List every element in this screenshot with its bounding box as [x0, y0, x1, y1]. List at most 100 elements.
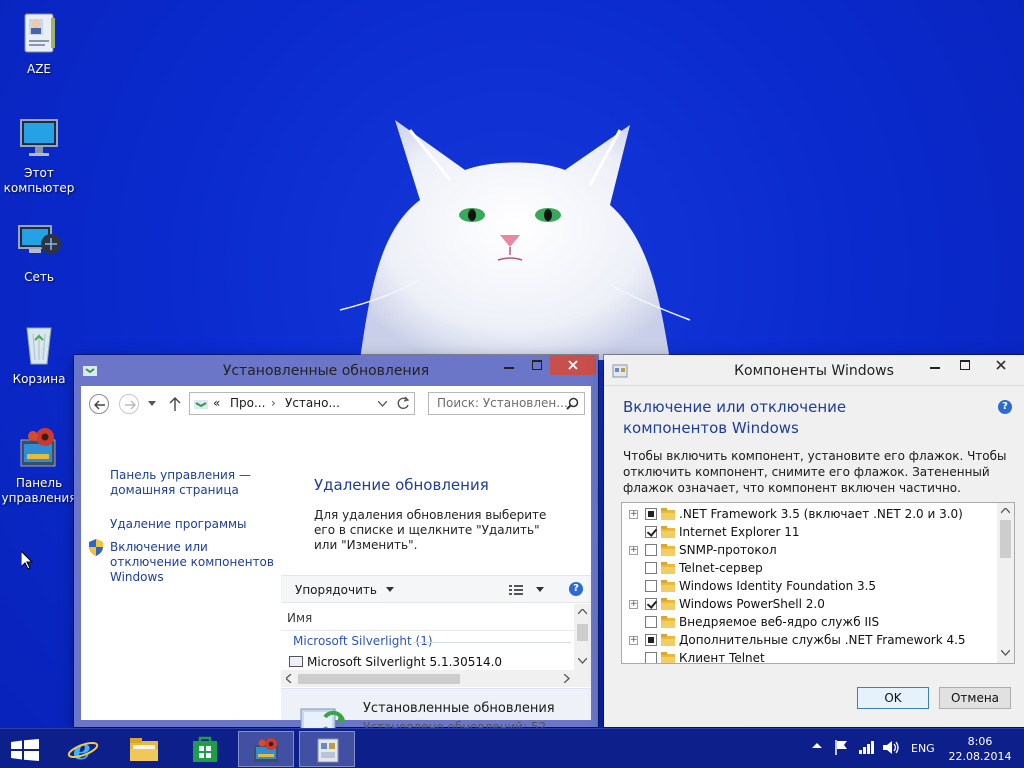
breadcrumb-installed-updates[interactable]: Устано...	[285, 393, 340, 414]
recent-locations-chevron-icon[interactable]	[148, 401, 156, 407]
clock-date: 22.08.2014	[948, 750, 1012, 763]
updates-list[interactable]: Имя Microsoft Silverlight (1) Microsoft …	[281, 604, 591, 688]
scrollbar-thumb[interactable]	[298, 674, 460, 684]
vertical-scrollbar[interactable]	[997, 503, 1014, 663]
search-input[interactable]: Поиск: Установлен...	[428, 392, 585, 415]
feature-checkbox[interactable]	[645, 580, 657, 592]
feature-checkbox[interactable]	[645, 508, 657, 520]
close-button[interactable]	[550, 355, 596, 375]
column-header-name[interactable]: Имя	[287, 611, 312, 625]
folder-icon	[661, 598, 675, 610]
scroll-down-icon[interactable]	[1001, 650, 1010, 656]
feature-tree-item[interactable]: Windows Identity Foundation 3.5	[622, 577, 997, 595]
feature-label: Windows Identity Foundation 3.5	[679, 579, 877, 593]
folder-icon	[130, 738, 158, 761]
store-icon	[193, 736, 217, 762]
help-icon[interactable]: ?	[569, 582, 583, 596]
network-status-icon[interactable]	[858, 740, 874, 755]
windows-features-window[interactable]: Компоненты Windows Включение или отключе…	[604, 355, 1024, 727]
forward-button[interactable]	[119, 394, 139, 414]
minimize-button[interactable]	[496, 355, 522, 375]
windows-features-icon	[317, 738, 339, 763]
horizontal-scrollbar[interactable]	[281, 670, 591, 687]
network-icon	[15, 218, 63, 266]
breadcrumb-programs[interactable]: Про...	[230, 393, 265, 414]
features-tree[interactable]: Клиент Telnet + Дополнительные службы .NET…	[621, 502, 1015, 664]
feature-checkbox[interactable]	[645, 562, 657, 574]
maximize-button[interactable]	[952, 355, 978, 375]
feature-checkbox[interactable]	[645, 634, 657, 646]
up-arrow-icon[interactable]	[169, 397, 181, 411]
refresh-button[interactable]	[393, 392, 415, 415]
help-icon[interactable]: ?	[998, 400, 1012, 414]
feature-label: Internet Explorer 11	[679, 525, 800, 539]
address-dropdown-icon[interactable]	[378, 401, 387, 407]
feature-checkbox[interactable]	[645, 544, 657, 556]
input-language-indicator[interactable]: ENG	[911, 742, 935, 755]
minimize-button[interactable]	[922, 355, 948, 375]
scroll-left-icon[interactable]	[286, 674, 292, 683]
window-titlebar[interactable]: Компоненты Windows	[604, 355, 1024, 386]
taskbar-store[interactable]	[177, 731, 233, 767]
organize-label: Упорядочить	[295, 583, 377, 597]
scroll-down-icon[interactable]	[578, 658, 587, 664]
scroll-right-icon[interactable]	[564, 674, 570, 683]
view-options-button[interactable]	[509, 583, 549, 600]
feature-tree-item[interactable]: + SNMP-протокол	[622, 541, 997, 559]
desktop-icon-control-panel[interactable]: Панель управления	[0, 424, 78, 506]
expand-toggle-icon[interactable]: +	[629, 636, 638, 645]
group-header[interactable]: Microsoft Silverlight (1)	[293, 634, 433, 648]
control-panel-icon	[15, 424, 63, 472]
address-overflow-chevron[interactable]: «	[213, 393, 220, 414]
desktop-icon-label: AZE	[26, 62, 51, 76]
vertical-scrollbar[interactable]	[574, 604, 591, 670]
start-button[interactable]	[0, 731, 52, 767]
desktop-icon-this-pc[interactable]: Этот компьютер	[0, 114, 78, 196]
installed-updates-window[interactable]: Установленные обновления « Про... › Уста…	[74, 355, 598, 736]
mouse-cursor-icon	[21, 551, 33, 570]
scrollbar-thumb[interactable]	[1000, 520, 1011, 558]
desktop-icon-user-folder[interactable]: AZE	[0, 10, 78, 77]
expand-toggle-icon[interactable]: +	[629, 600, 638, 609]
scroll-up-icon[interactable]	[578, 609, 587, 615]
feature-checkbox[interactable]	[645, 652, 657, 663]
scroll-up-icon[interactable]	[1001, 508, 1010, 514]
feature-checkbox[interactable]	[645, 526, 657, 538]
list-item[interactable]: Microsoft Silverlight 5.1.30514.0	[289, 655, 502, 669]
internet-explorer-icon: e	[67, 735, 99, 763]
feature-tree-item[interactable]: + Windows PowerShell 2.0	[622, 595, 997, 613]
feature-tree-item[interactable]: Telnet-сервер	[622, 559, 997, 577]
expand-toggle-icon[interactable]: +	[629, 546, 638, 555]
feature-tree-item[interactable]: + Дополнительные службы .NET Framework 4.…	[622, 631, 997, 649]
taskbar-file-explorer[interactable]	[116, 731, 172, 767]
window-titlebar[interactable]: Установленные обновления	[74, 355, 598, 386]
ok-button[interactable]: OK	[857, 687, 929, 709]
feature-checkbox[interactable]	[645, 598, 657, 610]
action-center-flag-icon[interactable]	[834, 740, 848, 755]
folder-icon	[661, 616, 675, 628]
control-panel-home-link[interactable]: Панель управления — домашняя страница	[110, 468, 280, 498]
feature-tree-item[interactable]: Внедряемое веб-ядро служб IIS	[622, 613, 997, 631]
close-button[interactable]	[978, 355, 1024, 375]
address-bar[interactable]: « Про... › Устано...	[189, 392, 415, 415]
desktop-icon-network[interactable]: Сеть	[0, 218, 78, 285]
taskbar-windows-features[interactable]	[299, 731, 355, 767]
feature-tree-item[interactable]: Internet Explorer 11	[622, 523, 997, 541]
feature-checkbox[interactable]	[645, 616, 657, 628]
feature-tree-item[interactable]: Клиент Telnet	[622, 649, 997, 663]
windows-features-link[interactable]: Включение или отключение компонентов Win…	[110, 540, 280, 585]
show-hidden-icons-icon[interactable]	[812, 741, 822, 751]
scrollbar-thumb[interactable]	[577, 624, 588, 641]
expand-toggle-icon[interactable]: +	[629, 510, 638, 519]
taskbar-control-panel[interactable]	[238, 731, 294, 767]
feature-tree-item[interactable]: + .NET Framework 3.5 (включает .NET 2.0 и…	[622, 505, 997, 523]
back-button[interactable]	[89, 394, 109, 414]
organize-menu-button[interactable]: Упорядочить	[295, 583, 394, 597]
uninstall-program-link[interactable]: Удаление программы	[110, 517, 280, 532]
cancel-button[interactable]: Отмена	[939, 687, 1011, 709]
volume-icon[interactable]	[882, 740, 900, 755]
maximize-button[interactable]	[524, 355, 550, 375]
taskbar-internet-explorer[interactable]: e	[55, 731, 111, 767]
system-clock[interactable]: 8:06 22.08.2014	[944, 734, 1016, 764]
clock-time: 8:06	[967, 735, 993, 748]
